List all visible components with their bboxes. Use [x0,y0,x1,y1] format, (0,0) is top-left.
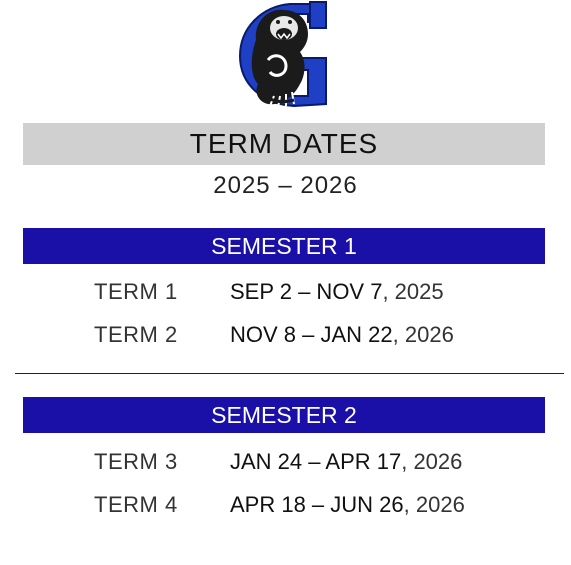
term-dates: JAN 24 – APR 17, 2026 [230,449,462,475]
term-label: TERM 1 [94,279,178,304]
bear-g-logo-icon [238,1,327,109]
semester-1-header: SEMESTER 1 [23,228,545,264]
term-row: TERM 1 SEP 2 – NOV 7, 2025 [0,279,571,309]
term-date-range: JAN 24 – APR 17 [230,449,402,474]
term-date-range: NOV 8 – JAN 22 [230,322,393,347]
term-date-range: SEP 2 – NOV 7 [230,279,383,304]
term-label: TERM 4 [94,492,178,517]
semester-1-label: SEMESTER 1 [211,232,357,259]
term-dates: NOV 8 – JAN 22, 2026 [230,322,454,348]
semester-2-header: SEMESTER 2 [23,397,545,433]
school-logo [228,0,338,113]
page-title: TERM DATES [189,128,379,159]
term-dates: APR 18 – JUN 26, 2026 [230,492,465,518]
year-range: 2025 – 2026 [213,172,358,199]
semester-2-label: SEMESTER 2 [211,401,357,428]
term-row: TERM 2 NOV 8 – JAN 22, 2026 [0,322,571,352]
page-title-bar: TERM DATES [23,123,545,165]
term-year: , 2026 [401,449,463,474]
term-label: TERM 2 [94,322,178,347]
term-dates: SEP 2 – NOV 7, 2025 [230,279,444,305]
term-label: TERM 3 [94,449,178,474]
term-year: , 2026 [392,322,454,347]
term-year: , 2025 [382,279,444,304]
term-row: TERM 3 JAN 24 – APR 17, 2026 [0,449,571,479]
term-year: , 2026 [403,492,465,517]
term-row: TERM 4 APR 18 – JUN 26, 2026 [0,492,571,522]
term-date-range: APR 18 – JUN 26 [230,492,404,517]
section-divider [15,373,564,374]
